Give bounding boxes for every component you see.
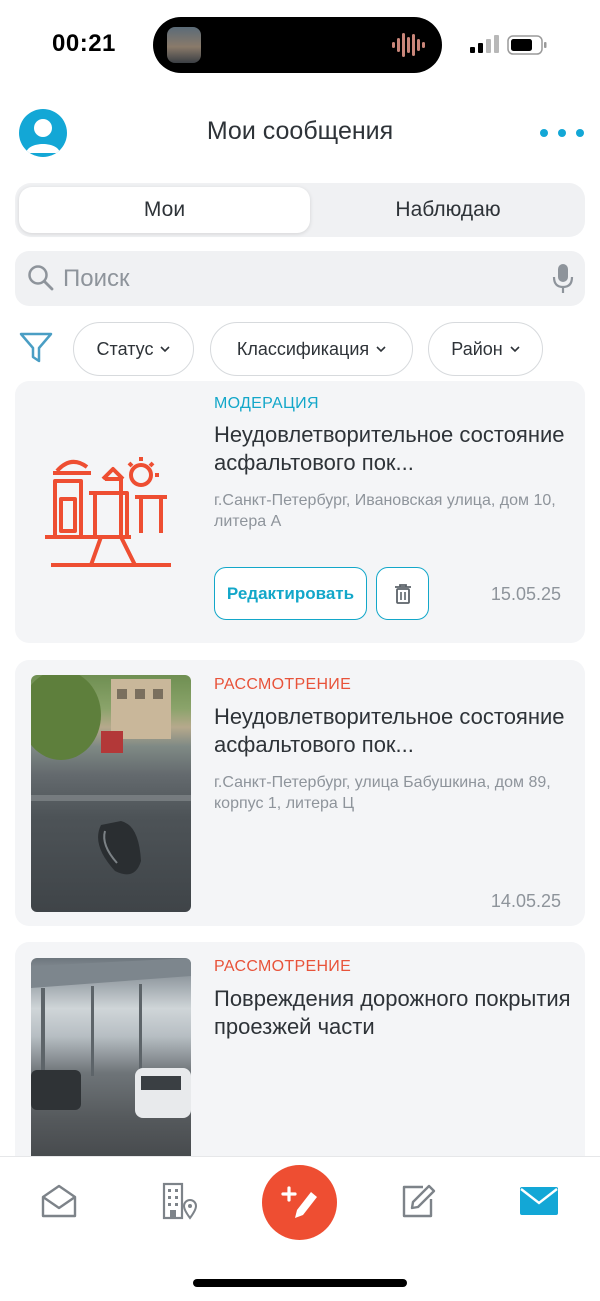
trash-icon (394, 583, 411, 604)
filter-status-chip[interactable]: Статус (73, 322, 194, 376)
edit-icon (402, 1184, 436, 1218)
message-card[interactable]: МОДЕРАЦИЯ Неудовлетворительное состояние… (15, 381, 585, 643)
parking-road-photo (31, 958, 191, 1188)
message-card[interactable]: РАССМОТРЕНИЕ Неудовлетворительное состоя… (15, 660, 585, 926)
more-options-button[interactable] (540, 120, 584, 146)
message-title: Неудовлетворительное состояние асфальтов… (214, 704, 565, 757)
chevron-down-icon (510, 345, 520, 352)
message-address: г.Санкт-Петербург, Ивановская улица, дом… (214, 492, 556, 530)
delete-button[interactable] (376, 567, 429, 620)
home-icon (41, 1184, 77, 1218)
search-icon (28, 265, 54, 291)
cellular-signal-icon (470, 35, 499, 53)
battery-icon (507, 35, 547, 55)
tab-messages[interactable] (517, 1179, 561, 1223)
chip-label: Классификация (236, 338, 370, 359)
pothole-photo-detail (31, 675, 191, 875)
tab-mine[interactable]: Мои (19, 187, 310, 233)
pothole-photo (31, 675, 191, 912)
message-title: Неудовлетворительное состояние асфальтов… (214, 422, 565, 475)
page-title: Мои сообщения (206, 117, 394, 145)
header: Мои сообщения (0, 100, 600, 166)
message-address: г.Санкт-Петербург, улица Бабушкина, дом … (214, 774, 551, 812)
filter-icon[interactable] (18, 330, 54, 366)
microphone-icon[interactable] (551, 263, 575, 295)
edit-button[interactable]: Редактировать (214, 567, 367, 620)
tab-home[interactable] (37, 1179, 81, 1223)
tab-watching[interactable]: Наблюдаю (315, 187, 581, 233)
home-indicator (193, 1279, 407, 1287)
chip-label: Район (451, 338, 503, 359)
status-bar: 00:21 (0, 0, 600, 90)
status-label: РАССМОТРЕНИЕ (214, 958, 352, 975)
dot-icon (540, 129, 548, 137)
now-playing-thumbnail (167, 27, 201, 63)
create-message-fab[interactable] (262, 1165, 337, 1240)
message-title: Повреждения дорожного покрытия проезжей … (214, 986, 583, 1039)
messages-icon (520, 1187, 558, 1215)
filter-district-chip[interactable]: Район (428, 322, 543, 376)
tab-buildings[interactable] (157, 1179, 201, 1223)
dynamic-island (153, 17, 442, 73)
status-label: РАССМОТРЕНИЕ (214, 676, 352, 693)
status-time: 00:21 (52, 30, 116, 57)
tab-edit[interactable] (396, 1179, 440, 1223)
dot-icon (558, 129, 566, 137)
segmented-control: Мои Наблюдаю (15, 183, 585, 237)
search-input[interactable] (63, 259, 533, 299)
message-date: 14.05.25 (490, 891, 561, 911)
dot-icon (576, 129, 584, 137)
playground-illustration-icon (45, 457, 171, 567)
buildings-location-icon (162, 1182, 198, 1220)
status-label: МОДЕРАЦИЯ (214, 395, 319, 412)
chevron-down-icon (376, 345, 386, 352)
chevron-down-icon (160, 345, 171, 352)
search-bar (15, 251, 585, 306)
filter-classification-chip[interactable]: Классификация (210, 322, 413, 376)
chip-label: Статус (96, 338, 154, 359)
message-date: 15.05.25 (490, 584, 561, 604)
audio-waveform-icon (392, 33, 425, 57)
plus-pencil-icon (280, 1185, 317, 1218)
parking-road-photo-detail (31, 958, 191, 1188)
